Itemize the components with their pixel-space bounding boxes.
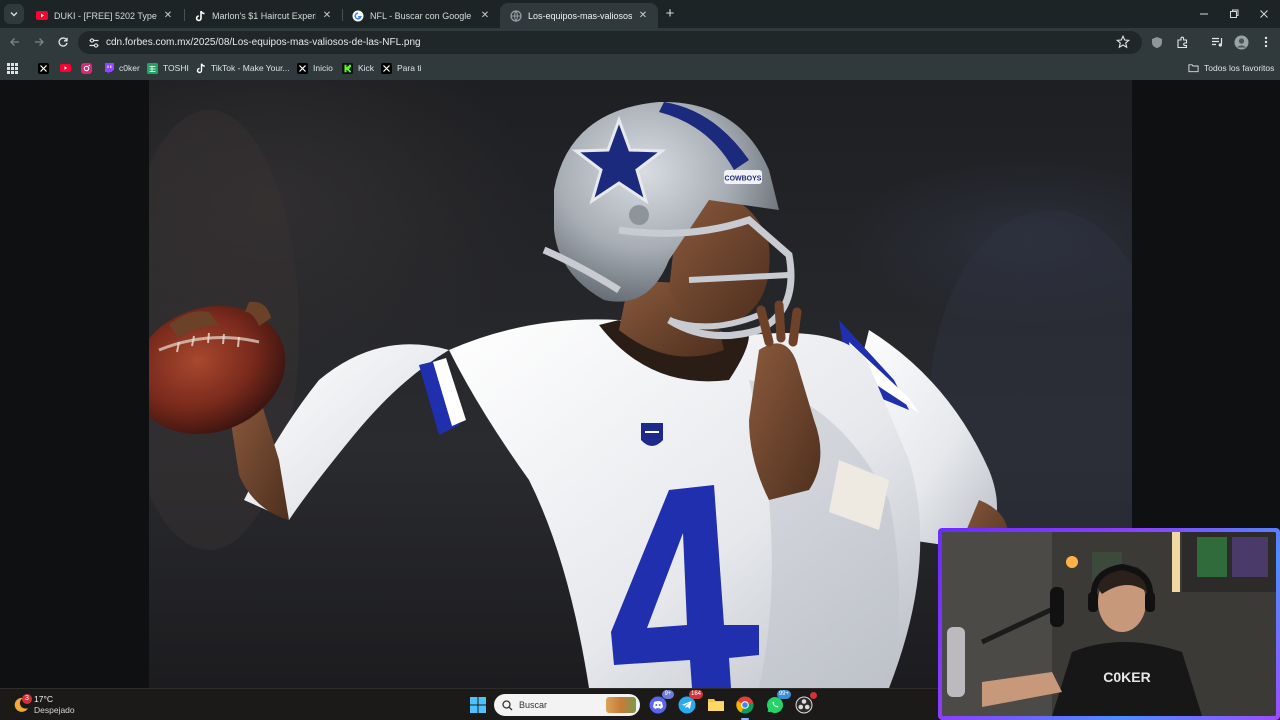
windows-logo-icon [470, 697, 486, 713]
globe-icon [510, 9, 522, 22]
tab-nfl-google[interactable]: NFL - Buscar con Google ✕ [342, 3, 500, 28]
new-tab-button[interactable]: + [662, 6, 678, 22]
bookmark-label: TOSHI [163, 63, 189, 73]
bookmark-star-icon[interactable] [1116, 35, 1130, 49]
youtube-icon [36, 10, 48, 22]
sheets-icon [147, 62, 158, 74]
tiktok-icon [194, 10, 206, 22]
bookmark-inicio[interactable]: Inicio [297, 60, 333, 76]
bookmark-tiktok[interactable]: TikTok - Make Your... [195, 60, 290, 76]
close-tab-icon[interactable]: ✕ [320, 9, 334, 23]
file-explorer-taskbar-app[interactable] [706, 695, 726, 715]
browser-toolbar: cdn.forbes.com.mx/2025/08/Los-equipos-ma… [0, 28, 1280, 56]
close-window-icon[interactable] [1256, 6, 1272, 22]
bookmark-instagram[interactable] [81, 60, 97, 76]
minimize-icon[interactable] [1196, 6, 1212, 22]
reload-button[interactable] [55, 34, 71, 50]
x-icon [297, 62, 308, 74]
extensions-puzzle-icon[interactable] [1174, 34, 1190, 50]
url-text[interactable]: cdn.forbes.com.mx/2025/08/Los-equipos-ma… [106, 37, 421, 48]
bookmark-kick[interactable]: Kick [342, 60, 374, 76]
start-button[interactable] [469, 696, 487, 714]
profile-avatar[interactable] [1233, 34, 1249, 50]
tab-title: Los-equipos-mas-valiosos-de-l… [528, 10, 632, 21]
whatsapp-taskbar-app[interactable]: 99+ [765, 690, 791, 715]
bookmark-label: Para ti [397, 63, 422, 73]
bookmark-label: Todos los favoritos [1204, 63, 1275, 73]
unread-count: 164 [688, 690, 703, 699]
kick-icon [342, 62, 353, 74]
search-icon [502, 699, 513, 710]
all-bookmarks-folder[interactable]: Todos los favoritos [1188, 60, 1274, 76]
weather-widget[interactable]: 3 17°C Despejado [12, 693, 75, 717]
svg-text:C0KER: C0KER [1103, 669, 1150, 685]
unread-count: 9+ [662, 690, 674, 699]
back-button[interactable] [7, 34, 23, 50]
weather-temperature: 17°C [34, 694, 53, 704]
tab-title: Marlon's $1 Haircut Experience [212, 10, 316, 21]
tab-duki[interactable]: DUKI - [FREE] 5202 Type Beat (… ✕ [26, 3, 183, 28]
close-tab-icon[interactable]: ✕ [636, 9, 650, 23]
x-icon [381, 62, 392, 74]
close-tab-icon[interactable]: ✕ [161, 9, 175, 23]
windows-taskbar: 3 17°C Despejado Buscar 9+ 164 99+ [0, 688, 938, 720]
recording-dot [810, 692, 817, 699]
webcam-feed: C0KER [942, 532, 1276, 716]
instagram-icon [81, 62, 92, 74]
search-highlight-image [606, 697, 636, 713]
streamer-illustration: C0KER [942, 532, 1276, 716]
twitch-icon [103, 62, 114, 74]
bookmark-youtube[interactable] [60, 60, 76, 76]
weather-moon-icon: 3 [12, 694, 32, 714]
tab-search-button[interactable] [4, 4, 24, 24]
google-icon [352, 10, 364, 22]
tab-title: DUKI - [FREE] 5202 Type Beat (… [54, 10, 157, 21]
bookmark-label: Kick [358, 63, 375, 73]
arrow-right-icon [35, 38, 44, 46]
tab-title: NFL - Buscar con Google [370, 10, 472, 21]
arrow-left-icon [10, 38, 19, 46]
address-bar[interactable]: cdn.forbes.com.mx/2025/08/Los-equipos-ma… [78, 31, 1142, 54]
bookmark-label: TikTok - Make Your... [211, 63, 290, 73]
obs-taskbar-app[interactable] [794, 692, 817, 715]
more-menu-icon[interactable] [1258, 34, 1274, 50]
chrome-taskbar-app[interactable] [735, 695, 755, 720]
discord-taskbar-app[interactable]: 9+ [648, 690, 674, 715]
folder-icon [1188, 63, 1199, 74]
reload-icon [58, 37, 68, 47]
youtube-icon [60, 63, 71, 74]
search-placeholder: Buscar [519, 700, 548, 710]
site-info-icon[interactable] [87, 36, 101, 50]
bookmark-label: Inicio [313, 63, 333, 73]
chevron-down-icon [10, 12, 18, 17]
tiktok-icon [195, 62, 206, 74]
bookmark-para-ti[interactable]: Para ti [381, 60, 422, 76]
forward-button[interactable] [31, 34, 47, 50]
bookmarks-bar: c0ker TOSHI TikTok - Make Your... Inicio… [0, 56, 1280, 80]
bookmark-x[interactable] [38, 60, 54, 76]
media-controls-icon[interactable] [1209, 34, 1225, 50]
helmet-brand-text: COWBOYS [725, 176, 762, 183]
bookmark-c0ker[interactable]: c0ker [103, 60, 140, 76]
bookmark-toshi[interactable]: TOSHI [147, 60, 189, 76]
close-tab-icon[interactable]: ✕ [478, 9, 492, 23]
folder-icon [708, 699, 724, 711]
apps-grid-icon[interactable] [7, 60, 18, 76]
shield-extension-icon[interactable] [1149, 34, 1165, 50]
unread-count: 99+ [776, 690, 791, 699]
restore-icon[interactable] [1226, 6, 1242, 22]
telegram-taskbar-app[interactable]: 164 [677, 690, 703, 715]
weather-description: Despejado [34, 705, 75, 715]
tab-strip: DUKI - [FREE] 5202 Type Beat (… ✕ Marlon… [0, 0, 1280, 28]
x-icon [38, 62, 49, 74]
bookmark-label: c0ker [119, 63, 140, 73]
taskbar-search[interactable]: Buscar [494, 694, 640, 716]
tab-marlon[interactable]: Marlon's $1 Haircut Experience ✕ [184, 3, 342, 28]
chrome-icon [736, 696, 754, 714]
webcam-overlay: C0KER [938, 528, 1280, 720]
notification-badge: 3 [22, 694, 32, 704]
obs-icon [795, 696, 813, 714]
tab-forbes-image[interactable]: Los-equipos-mas-valiosos-de-l… ✕ [500, 3, 658, 28]
